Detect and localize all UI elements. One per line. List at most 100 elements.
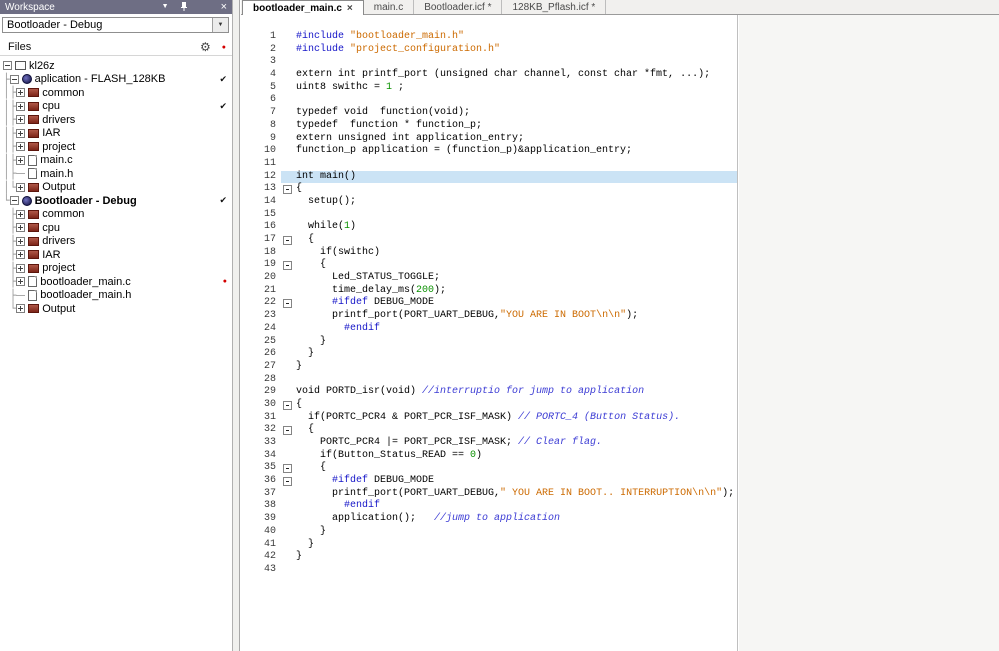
code-line-8[interactable]: 8 typedef function * function_p; xyxy=(241,120,737,133)
code-line-35[interactable]: 35 { xyxy=(241,462,737,475)
expand-icon[interactable] xyxy=(16,277,26,287)
expand-icon[interactable] xyxy=(16,101,26,111)
code-line-20[interactable]: 20 Led_STATUS_TOGGLE; xyxy=(241,272,737,285)
code-line-32[interactable]: 32 { xyxy=(241,424,737,437)
collapse-icon[interactable] xyxy=(9,74,19,84)
code-line-1[interactable]: 1 #include "bootloader_main.h" xyxy=(241,31,737,44)
code-line-27[interactable]: 27} xyxy=(241,361,737,374)
line-number[interactable]: 3 xyxy=(241,56,281,69)
code-line-43[interactable]: 43 xyxy=(241,564,737,577)
tab-bootloader-icf[interactable]: Bootloader.icf * xyxy=(414,0,503,14)
code-editor[interactable]: 1 #include "bootloader_main.h" 2 #include "… xyxy=(241,15,738,651)
tree-item-output[interactable]: └ Output xyxy=(0,302,232,316)
line-number[interactable]: 30 xyxy=(241,399,281,412)
code-line-12[interactable]: 12 int main() xyxy=(241,170,737,184)
code-line-40[interactable]: 40 } xyxy=(241,526,737,539)
line-number[interactable]: 1 xyxy=(241,31,281,44)
code-line-17[interactable]: 17 { xyxy=(241,234,737,247)
tree-item-drivers[interactable]: │├ drivers xyxy=(0,113,232,127)
code-line-38[interactable]: 38 #endif xyxy=(241,500,737,513)
code-line-4[interactable]: 4 extern int printf_port (unsigned char c… xyxy=(241,69,737,82)
code-line-11[interactable]: 11 xyxy=(241,158,737,171)
code-line-24[interactable]: 24 #endif xyxy=(241,323,737,336)
code-line-36[interactable]: 36 #ifdef DEBUG_MODE xyxy=(241,475,737,488)
code-line-41[interactable]: 41 } xyxy=(241,539,737,552)
line-number[interactable]: 27 xyxy=(241,361,281,374)
expand-icon[interactable] xyxy=(16,182,26,192)
code-line-6[interactable]: 6 xyxy=(241,94,737,107)
tree-item-bootloader-main-h[interactable]: ├ bootloader_main.h xyxy=(0,289,232,303)
line-number[interactable]: 29 xyxy=(241,386,281,399)
tree-item-common[interactable]: │├ common xyxy=(0,86,232,100)
expand-icon[interactable] xyxy=(16,304,26,314)
expand-icon[interactable] xyxy=(16,155,26,165)
line-number[interactable]: 16 xyxy=(241,221,281,234)
tree-item-aplication-flash-128kb[interactable]: ├ aplication - FLASH_128KB ✔ xyxy=(0,73,232,87)
expand-icon[interactable] xyxy=(16,223,26,233)
line-number[interactable]: 39 xyxy=(241,513,281,526)
line-number[interactable]: 43 xyxy=(241,564,281,577)
code-line-42[interactable]: 42} xyxy=(241,551,737,564)
line-number[interactable]: 6 xyxy=(241,94,281,107)
line-number[interactable]: 7 xyxy=(241,107,281,120)
code-line-37[interactable]: 37 printf_port(PORT_UART_DEBUG," YOU ARE… xyxy=(241,488,737,501)
expand-icon[interactable] xyxy=(16,209,26,219)
line-number[interactable]: 40 xyxy=(241,526,281,539)
fold-collapse-icon[interactable] xyxy=(283,185,292,195)
tree-item-iar[interactable]: ├ IAR xyxy=(0,248,232,262)
panel-splitter[interactable] xyxy=(233,0,240,651)
line-number[interactable]: 37 xyxy=(241,488,281,501)
code-line-22[interactable]: 22 #ifdef DEBUG_MODE xyxy=(241,297,737,310)
line-number[interactable]: 32 xyxy=(241,424,281,437)
code-line-19[interactable]: 19 { xyxy=(241,259,737,272)
code-line-30[interactable]: 30 { xyxy=(241,399,737,412)
line-number[interactable]: 24 xyxy=(241,323,281,336)
tab-close-icon[interactable]: × xyxy=(347,3,353,14)
code-line-29[interactable]: 29 void PORTD_isr(void) //interruptio for… xyxy=(241,386,737,399)
tree-item-drivers[interactable]: ├ drivers xyxy=(0,235,232,249)
tree-item-main-h[interactable]: │├ main.h xyxy=(0,167,232,181)
code-line-31[interactable]: 31 if(PORTC_PCR4 & PORT_PCR_ISF_MASK) //… xyxy=(241,412,737,425)
code-line-33[interactable]: 33 PORTC_PCR4 |= PORT_PCR_ISF_MASK; // C… xyxy=(241,437,737,450)
code-line-26[interactable]: 26 } xyxy=(241,348,737,361)
code-line-21[interactable]: 21 time_delay_ms(200); xyxy=(241,285,737,298)
line-number[interactable]: 12 xyxy=(241,171,281,184)
expand-icon[interactable] xyxy=(16,236,26,246)
code-line-3[interactable]: 3 xyxy=(241,56,737,69)
build-config-select[interactable]: Bootloader - Debug ▼ xyxy=(2,17,229,33)
line-number[interactable]: 20 xyxy=(241,272,281,285)
fold-collapse-icon[interactable] xyxy=(283,236,292,245)
fold-collapse-icon[interactable] xyxy=(283,426,292,436)
expand-icon[interactable] xyxy=(16,250,26,260)
line-number[interactable]: 28 xyxy=(241,374,281,387)
line-number[interactable]: 35 xyxy=(241,462,281,475)
code-line-9[interactable]: 9 extern unsigned int application_entry; xyxy=(241,133,737,146)
tree-item-output[interactable]: │└ Output xyxy=(0,181,232,195)
line-number[interactable]: 15 xyxy=(241,209,281,222)
line-number[interactable]: 19 xyxy=(241,259,281,272)
fold-collapse-icon[interactable] xyxy=(283,477,292,487)
expand-icon[interactable] xyxy=(16,128,26,138)
code-line-23[interactable]: 23 printf_port(PORT_UART_DEBUG,"YOU ARE … xyxy=(241,310,737,323)
line-number[interactable]: 18 xyxy=(241,247,281,260)
gear-icon[interactable]: ⚙ xyxy=(200,40,211,54)
tree-item-cpu[interactable]: │├ cpu ✔ xyxy=(0,100,232,114)
tree-item-kl26z[interactable]: kl26z xyxy=(0,59,232,73)
tree-item-project[interactable]: │├ project xyxy=(0,140,232,154)
line-number[interactable]: 31 xyxy=(241,412,281,425)
line-number[interactable]: 36 xyxy=(241,475,281,488)
window-menu-icon[interactable]: ▼ xyxy=(162,0,169,14)
line-number[interactable]: 5 xyxy=(241,82,281,95)
line-number[interactable]: 41 xyxy=(241,539,281,552)
workspace-titlebar[interactable]: Workspace ▼ × xyxy=(0,0,232,14)
tree-item-project[interactable]: ├ project xyxy=(0,262,232,276)
code-line-5[interactable]: 5 uint8 swithc = 1 ; xyxy=(241,82,737,95)
tab-main-c[interactable]: main.c xyxy=(364,0,415,14)
tree-item-bootloader-main-c[interactable]: ├ bootloader_main.c ● xyxy=(0,275,232,289)
fold-collapse-icon[interactable] xyxy=(283,261,292,271)
code-line-39[interactable]: 39 application(); //jump to application xyxy=(241,513,737,526)
expand-icon[interactable] xyxy=(16,88,26,98)
line-number[interactable]: 22 xyxy=(241,297,281,310)
line-number[interactable]: 23 xyxy=(241,310,281,323)
tree-item-main-c[interactable]: │├ main.c xyxy=(0,154,232,168)
